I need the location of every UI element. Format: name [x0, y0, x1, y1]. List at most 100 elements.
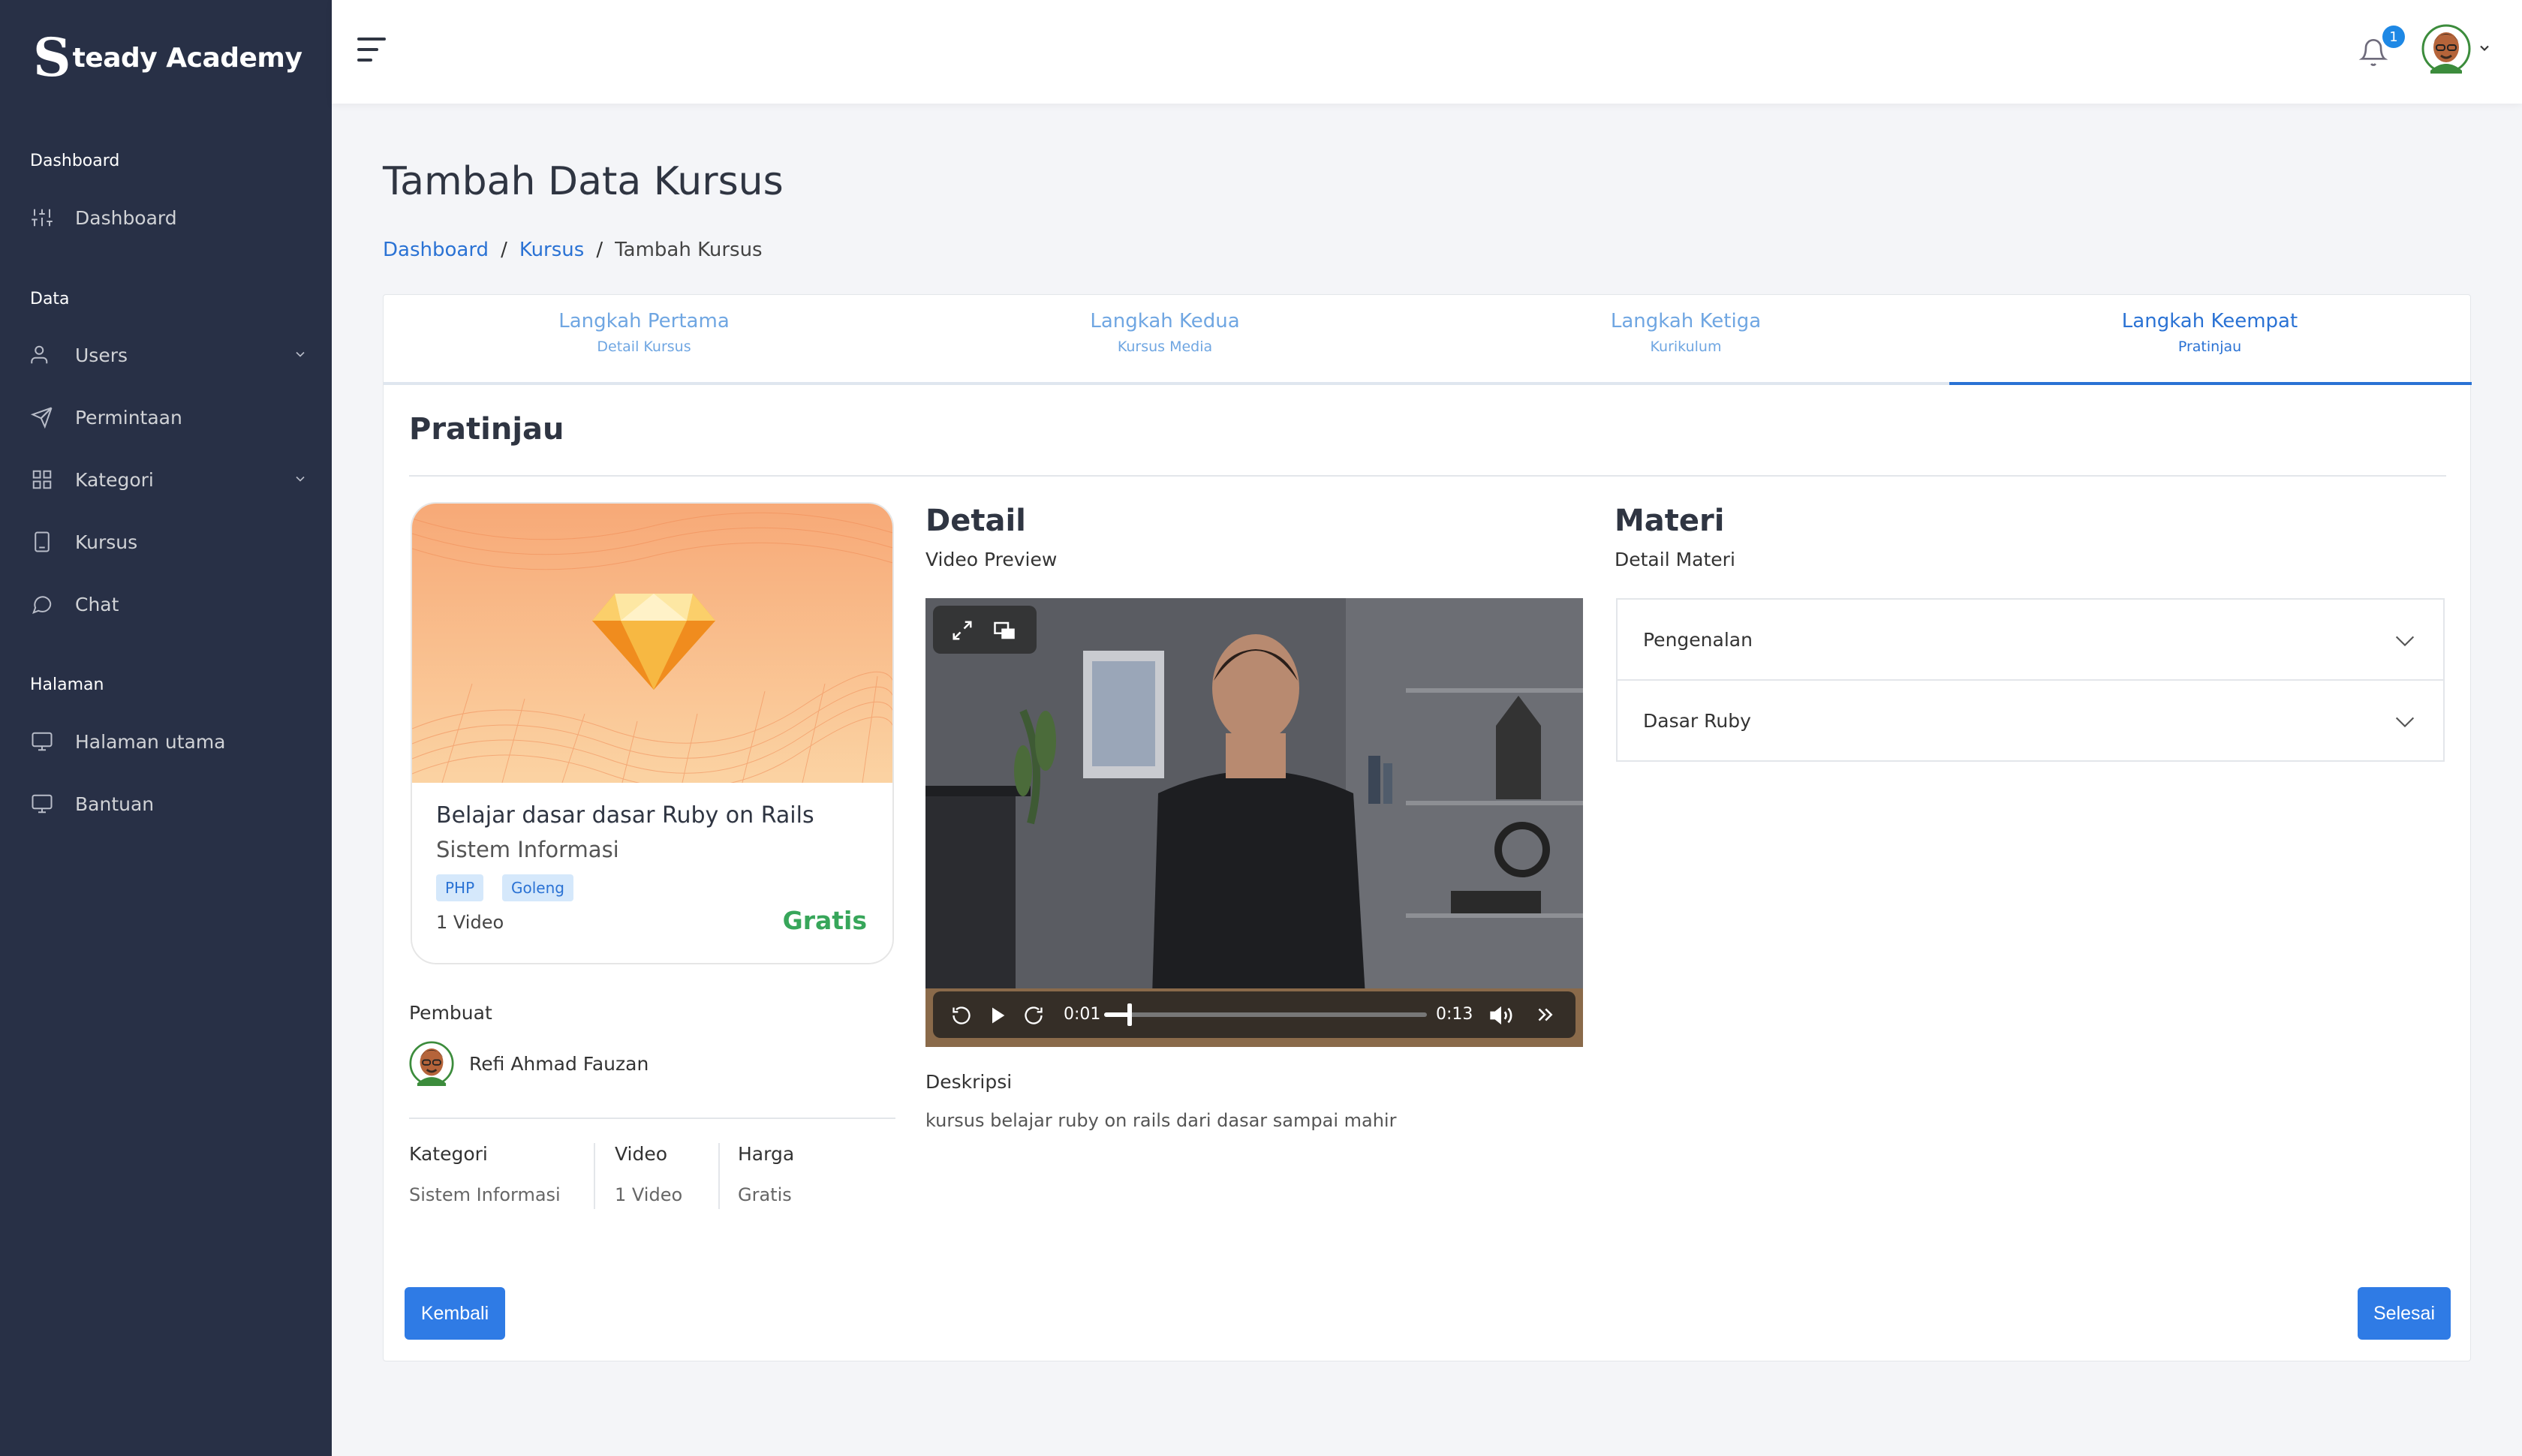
- forward-10-icon[interactable]: [1023, 1005, 1044, 1026]
- step-subtitle: Detail Kursus: [597, 338, 691, 355]
- sidebar-item-label: Kursus: [75, 531, 138, 553]
- meta-divider: [594, 1143, 595, 1209]
- sidebar-item-chat[interactable]: Chat: [30, 585, 308, 623]
- grid-icon: [30, 468, 54, 492]
- sidebar-item-bantuan[interactable]: Bantuan: [30, 785, 308, 823]
- course-title: Belajar dasar dasar Ruby on Rails: [436, 802, 814, 829]
- send-icon: [30, 405, 54, 429]
- sidebar-item-permintaan[interactable]: Permintaan: [30, 399, 308, 436]
- breadcrumb-separator: /: [596, 239, 603, 261]
- breadcrumb-kursus[interactable]: Kursus: [519, 239, 585, 261]
- page-title: Tambah Data Kursus: [383, 159, 784, 204]
- video-frame: [925, 598, 1583, 1047]
- accordion-label: Pengenalan: [1643, 628, 1753, 651]
- step-1[interactable]: Langkah Pertama Detail Kursus: [384, 295, 904, 384]
- breadcrumb-dashboard[interactable]: Dashboard: [383, 239, 489, 261]
- video-preview-label: Video Preview: [925, 549, 1058, 570]
- sidebar-item-label: Kategori: [75, 468, 154, 491]
- meta-label: Kategori: [409, 1143, 488, 1165]
- accordion-label: Dasar Ruby: [1643, 709, 1751, 732]
- sidebar-item-users[interactable]: Users: [30, 336, 308, 374]
- rewind-10-icon[interactable]: [951, 1005, 972, 1026]
- step-title: Langkah Ketiga: [1610, 310, 1762, 332]
- sidebar: S teady Academy Dashboard Dashboard Data…: [0, 0, 332, 1456]
- sidebar-item-label: Halaman utama: [75, 730, 226, 753]
- chevron-down-icon[interactable]: [2477, 41, 2492, 56]
- monitor-icon: [30, 792, 54, 816]
- sidebar-item-label: Users: [75, 344, 128, 366]
- description-label: Deskripsi: [925, 1071, 1013, 1093]
- sidebar-item-halaman-utama[interactable]: Halaman utama: [30, 723, 308, 760]
- meta-value: 1 Video: [615, 1184, 683, 1205]
- sidebar-item-label: Bantuan: [75, 793, 155, 815]
- meta-label: Harga: [738, 1143, 795, 1165]
- step-subtitle: Kurikulum: [1650, 338, 1722, 355]
- course-card[interactable]: Belajar dasar dasar Ruby on Rails Sistem…: [411, 502, 894, 964]
- sidebar-section-data: Data: [30, 290, 70, 308]
- breadcrumb-current: Tambah Kursus: [615, 239, 763, 261]
- meta-label: Video: [615, 1143, 668, 1165]
- course-thumbnail: [412, 504, 892, 783]
- wizard-card: Langkah Pertama Detail Kursus Langkah Ke…: [383, 294, 2472, 1361]
- fullscreen-icon[interactable]: [951, 619, 974, 642]
- meta-kategori: Kategori Sistem Informasi: [409, 1143, 561, 1205]
- description-text: kursus belajar ruby on rails dari dasar …: [925, 1110, 1397, 1131]
- creator-label: Pembuat: [409, 1002, 492, 1024]
- user-icon: [30, 343, 54, 367]
- step-subtitle: Kursus Media: [1117, 338, 1213, 355]
- meta-harga: Harga Gratis: [738, 1143, 794, 1205]
- sidebar-section-dashboard: Dashboard: [30, 152, 120, 170]
- accordion-item-dasar-ruby[interactable]: Dasar Ruby: [1616, 679, 2445, 762]
- tag-badge: Goleng: [502, 874, 573, 901]
- more-controls-icon[interactable]: [1533, 1003, 1556, 1026]
- step-title: Langkah Kedua: [1090, 310, 1240, 332]
- sidebar-item-kursus[interactable]: Kursus: [30, 523, 308, 561]
- video-seek-progress: [1104, 1012, 1130, 1017]
- divider: [409, 1118, 895, 1119]
- back-button[interactable]: Kembali: [405, 1287, 505, 1340]
- sliders-icon: [30, 206, 54, 230]
- monitor-icon: [30, 730, 54, 754]
- course-price: Gratis: [782, 906, 867, 935]
- divider: [409, 475, 2446, 477]
- breadcrumb-separator: /: [501, 239, 507, 261]
- sidebar-item-label: Dashboard: [75, 206, 177, 229]
- preview-heading: Pratinjau: [409, 412, 564, 447]
- materi-sub: Detail Materi: [1615, 549, 1735, 570]
- sidebar-item-label: Permintaan: [75, 406, 182, 429]
- topbar: 1: [332, 0, 2522, 104]
- course-video-count: 1 Video: [436, 912, 504, 933]
- tag-badge: PHP: [436, 874, 484, 901]
- chevron-down-icon: [296, 476, 305, 482]
- notification-badge: 1: [2382, 26, 2405, 48]
- materi-heading: Materi: [1615, 504, 1725, 538]
- course-category: Sistem Informasi: [436, 837, 619, 862]
- video-top-controls: [933, 606, 1037, 654]
- brand[interactable]: S teady Academy: [33, 32, 302, 84]
- video-controls: 0:01 0:13: [933, 991, 1575, 1038]
- step-4[interactable]: Langkah Keempat Pratinjau: [1949, 295, 2470, 384]
- menu-toggle-icon[interactable]: [356, 33, 389, 66]
- step-title: Langkah Pertama: [558, 310, 730, 332]
- creator-avatar: [409, 1041, 454, 1086]
- sidebar-item-label: Chat: [75, 593, 119, 615]
- play-icon[interactable]: [987, 1005, 1008, 1026]
- video-seek-bar[interactable]: [1104, 1003, 1427, 1026]
- sidebar-item-kategori[interactable]: Kategori: [30, 461, 308, 498]
- picture-in-picture-icon[interactable]: [993, 619, 1016, 642]
- step-2[interactable]: Langkah Kedua Kursus Media: [904, 295, 1425, 384]
- video-current-time: 0:01: [1064, 1005, 1101, 1024]
- chat-icon: [30, 592, 54, 616]
- volume-icon[interactable]: [1488, 1003, 1514, 1027]
- video-seek-handle[interactable]: [1127, 1003, 1133, 1026]
- sidebar-item-dashboard[interactable]: Dashboard: [30, 199, 308, 236]
- accordion-item-pengenalan[interactable]: Pengenalan: [1616, 598, 2445, 681]
- step-subtitle: Pratinjau: [2177, 338, 2242, 355]
- breadcrumb: Dashboard / Kursus / Tambah Kursus: [383, 239, 763, 261]
- step-title: Langkah Keempat: [2121, 310, 2298, 332]
- video-duration: 0:13: [1436, 1005, 1473, 1024]
- video-player[interactable]: 0:01 0:13: [925, 598, 1583, 1047]
- step-3[interactable]: Langkah Ketiga Kurikulum: [1425, 295, 1946, 384]
- finish-button[interactable]: Selesai: [2358, 1287, 2451, 1340]
- user-avatar[interactable]: [2421, 21, 2471, 77]
